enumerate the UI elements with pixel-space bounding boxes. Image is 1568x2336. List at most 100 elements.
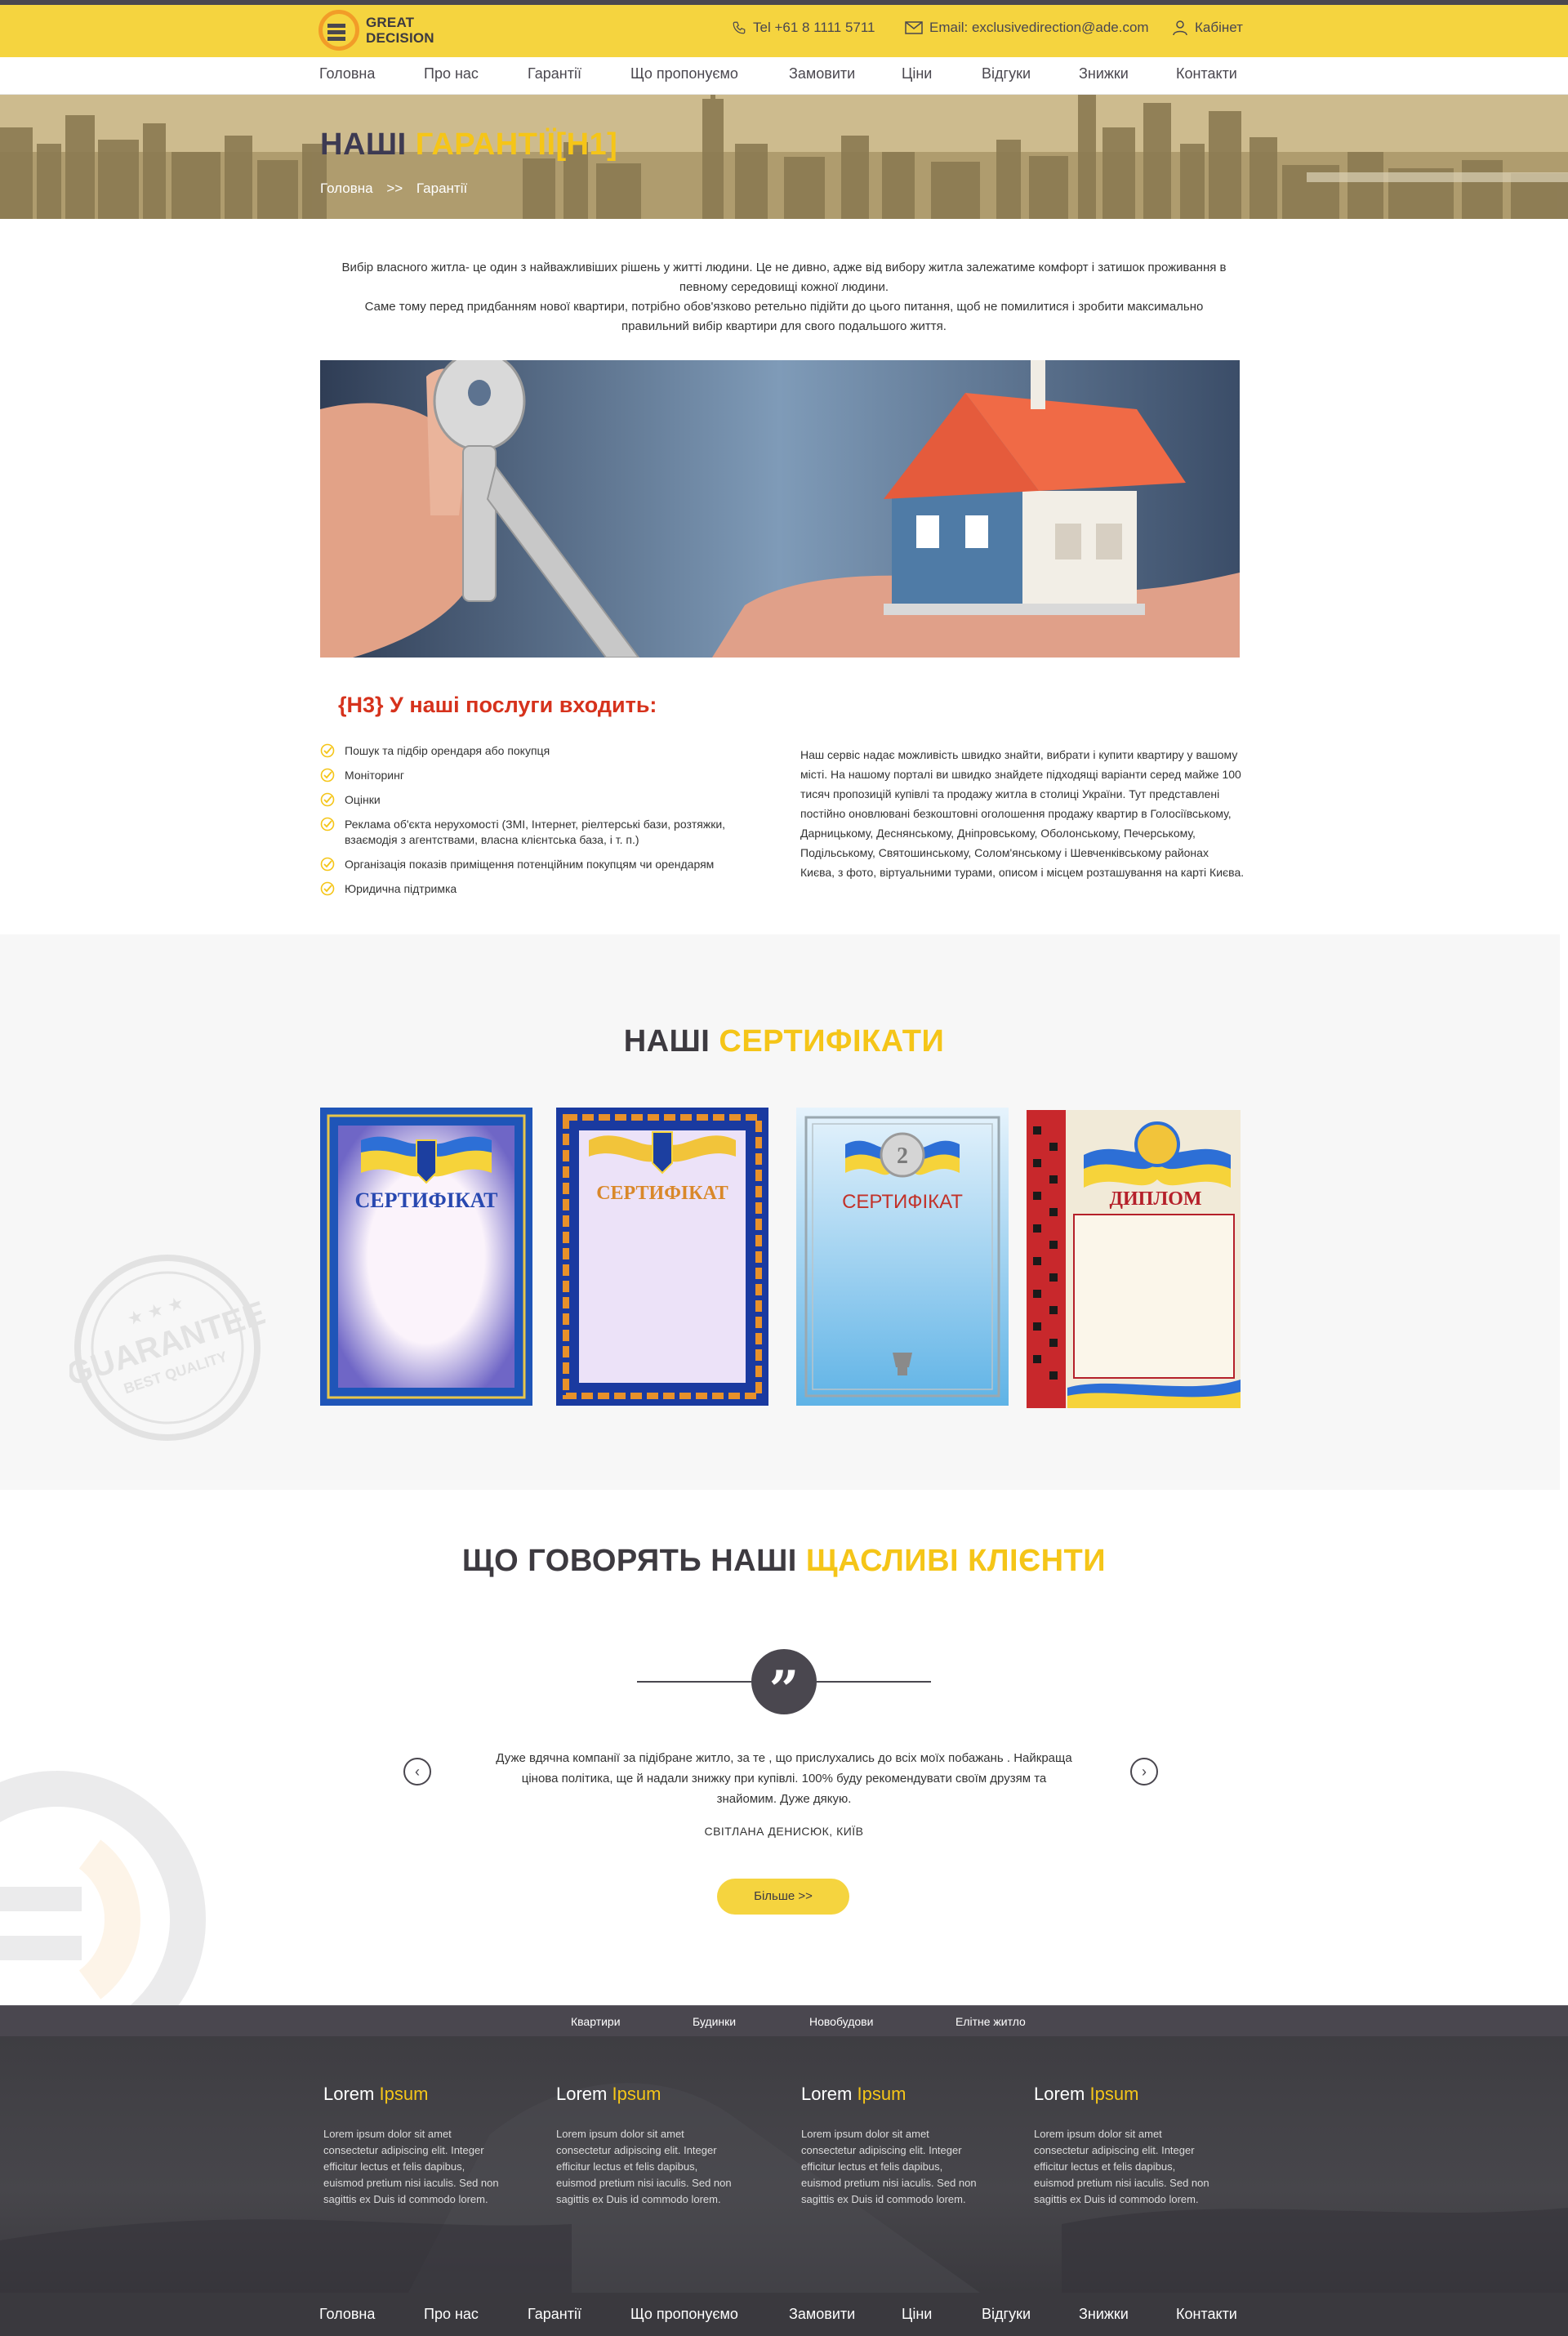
certificate-image-3[interactable]: 2 СЕРТИФІКАТ <box>796 1108 1009 1406</box>
service-label: Пошук та підбір орендаря або покупця <box>345 744 550 757</box>
guarantee-stamp-icon: GUARANTEE BEST QUALITY ★ ★ ★ <box>69 1255 265 1441</box>
footer-background-image <box>0 2083 1568 2293</box>
footer-title-yellow: Ipsum <box>857 2084 906 2104</box>
footer-column-title: Lorem Ipsum <box>1034 2084 1214 2105</box>
logo-text: GREAT DECISION <box>366 15 434 46</box>
nav-item-about[interactable]: Про нас <box>424 65 479 82</box>
footer-nav-item-prices[interactable]: Ціни <box>902 2306 932 2323</box>
cabinet-link[interactable]: Кабінет <box>1172 20 1243 36</box>
service-label: Організація показів приміщення потенційн… <box>345 858 715 871</box>
certificate-image-2[interactable]: СЕРТИФІКАТ <box>556 1108 768 1406</box>
main-nav: Головна Про нас Гарантії Що пропонуємо З… <box>0 57 1568 95</box>
footer-link-apartments[interactable]: Квартири <box>571 2015 621 2028</box>
footer-column-3: Lorem Ipsum Lorem ipsum dolor sit amet c… <box>801 2084 981 2208</box>
nav-item-contacts[interactable]: Контакти <box>1176 65 1237 82</box>
mail-icon <box>905 21 923 34</box>
page-title-dark: НАШІ <box>320 127 407 162</box>
footer-title-yellow: Ipsum <box>612 2084 662 2104</box>
page-title-accent: ГАРАНТІЇ[H1] <box>415 127 618 162</box>
check-icon <box>320 817 335 831</box>
footer-column-text: Lorem ipsum dolor sit amet consectetur a… <box>801 2128 977 2205</box>
quote-icon: ” <box>751 1649 817 1721</box>
nav-item-guarantees[interactable]: Гарантії <box>528 65 581 82</box>
hero-banner: НАШІ ГАРАНТІЇ[H1] Головна >> Гарантії <box>0 95 1568 219</box>
list-item: Моніторинг <box>320 768 777 783</box>
footer-nav-item-offers[interactable]: Що пропонуємо <box>630 2306 738 2323</box>
logo-line-1: GREAT <box>366 15 415 30</box>
footer-nav-item-guarantees[interactable]: Гарантії <box>528 2306 581 2323</box>
logo-line-2: DECISION <box>366 30 434 46</box>
nav-item-offers[interactable]: Що пропонуємо <box>630 65 738 82</box>
logo-mark-icon <box>318 10 359 51</box>
quote-divider-right <box>817 1681 931 1683</box>
certificates-title: НАШІ СЕРТИФІКАТИ <box>0 1024 1568 1059</box>
email-text: Email: exclusivedirection@ade.com <box>929 20 1149 35</box>
city-skyline-image <box>0 95 1568 219</box>
footer-nav: Головна Про нас Гарантії Що пропонуємо З… <box>0 2293 1568 2336</box>
more-button[interactable]: Більше >> <box>717 1879 849 1915</box>
certificate-label: СЕРТИФІКАТ <box>842 1191 963 1213</box>
email-contact[interactable]: Email: exclusivedirection@ade.com <box>905 20 1149 36</box>
nav-item-prices[interactable]: Ціни <box>902 65 932 82</box>
service-label: Реклама об'єкта нерухомості (ЗМІ, Інтерн… <box>345 818 726 846</box>
nav-item-discounts[interactable]: Знижки <box>1079 65 1129 82</box>
footer-nav-item-reviews[interactable]: Відгуки <box>982 2306 1031 2323</box>
footer-column-1: Lorem Ipsum Lorem ipsum dolor sit amet c… <box>323 2084 503 2208</box>
phone-icon <box>733 21 746 34</box>
arrow-left-icon[interactable]: ‹ <box>403 1758 431 1785</box>
list-item: Юридична підтримка <box>320 881 777 897</box>
breadcrumb-home[interactable]: Головна <box>320 181 373 196</box>
breadcrumb: Головна >> Гарантії <box>320 181 477 197</box>
check-icon <box>320 857 335 872</box>
keys-and-house-image <box>320 360 1240 658</box>
footer-title-white: Lorem <box>801 2084 853 2104</box>
testimonials-title-dark: ЩО ГОВОРЯТЬ НАШІ <box>461 1544 797 1578</box>
footer-column-4: Lorem Ipsum Lorem ipsum dolor sit amet c… <box>1034 2084 1214 2208</box>
footer-link-new-buildings[interactable]: Новобудови <box>809 2015 873 2028</box>
logo[interactable]: GREAT DECISION <box>318 7 434 54</box>
testimonial-author: СВІТЛАНА ДЕНИСЮК, КИЇВ <box>704 1825 864 1838</box>
certificate-label: СЕРТИФІКАТ <box>354 1188 497 1212</box>
footer-title-white: Lorem <box>323 2084 375 2104</box>
footer-title-yellow: Ipsum <box>379 2084 429 2104</box>
check-icon <box>320 768 335 782</box>
quote-divider-left <box>637 1681 751 1683</box>
list-item: Організація показів приміщення потенційн… <box>320 857 777 872</box>
breadcrumb-separator: >> <box>386 181 403 196</box>
medal-number: 2 <box>897 1143 908 1169</box>
nav-item-home[interactable]: Головна <box>319 65 375 82</box>
service-label: Моніторинг <box>345 769 404 782</box>
breadcrumb-current: Гарантії <box>416 181 468 196</box>
check-icon <box>320 792 335 807</box>
user-icon <box>1173 20 1187 36</box>
testimonials-title: ЩО ГОВОРЯТЬ НАШІ ЩАСЛИВІ КЛІЄНТИ <box>0 1544 1568 1579</box>
footer-column-2: Lorem Ipsum Lorem ipsum dolor sit amet c… <box>556 2084 736 2208</box>
nav-item-order[interactable]: Замовити <box>789 65 855 82</box>
footer-category-bar: Квартири Будинки Новобудови Елітне житло <box>0 2005 1568 2036</box>
list-item: Пошук та підбір орендаря або покупця <box>320 743 777 759</box>
footer-link-elite[interactable]: Елітне житло <box>956 2015 1026 2028</box>
service-label: Юридична підтримка <box>345 882 457 895</box>
check-icon <box>320 743 335 758</box>
footer-main <box>0 2036 1568 2293</box>
intro-paragraph-2: Саме тому перед придбанням нової квартир… <box>364 300 1204 333</box>
list-item: Оцінки <box>320 792 777 808</box>
arrow-right-icon[interactable]: › <box>1130 1758 1158 1785</box>
certificate-image-1[interactable]: СЕРТИФІКАТ <box>320 1108 532 1406</box>
list-item: Реклама об'єкта нерухомості (ЗМІ, Інтерн… <box>320 817 777 848</box>
service-label: Оцінки <box>345 793 381 806</box>
certificates-title-dark: НАШІ <box>623 1024 710 1059</box>
nav-item-reviews[interactable]: Відгуки <box>982 65 1031 82</box>
footer-nav-item-contacts[interactable]: Контакти <box>1176 2306 1237 2323</box>
intro-text: Вибір власного житла- це один з найважли… <box>320 258 1248 337</box>
footer-nav-item-order[interactable]: Замовити <box>789 2306 855 2323</box>
footer-nav-item-about[interactable]: Про нас <box>424 2306 479 2323</box>
phone-contact[interactable]: Tel +61 8 1111 5711 <box>732 20 875 36</box>
footer-column-title: Lorem Ipsum <box>556 2084 736 2105</box>
footer-column-text: Lorem ipsum dolor sit amet consectetur a… <box>323 2128 499 2205</box>
footer-nav-item-home[interactable]: Головна <box>319 2306 375 2323</box>
footer-title-yellow: Ipsum <box>1089 2084 1139 2104</box>
footer-nav-item-discounts[interactable]: Знижки <box>1079 2306 1129 2323</box>
footer-link-houses[interactable]: Будинки <box>693 2015 736 2028</box>
diploma-image[interactable]: ДИПЛОМ <box>1027 1110 1241 1408</box>
